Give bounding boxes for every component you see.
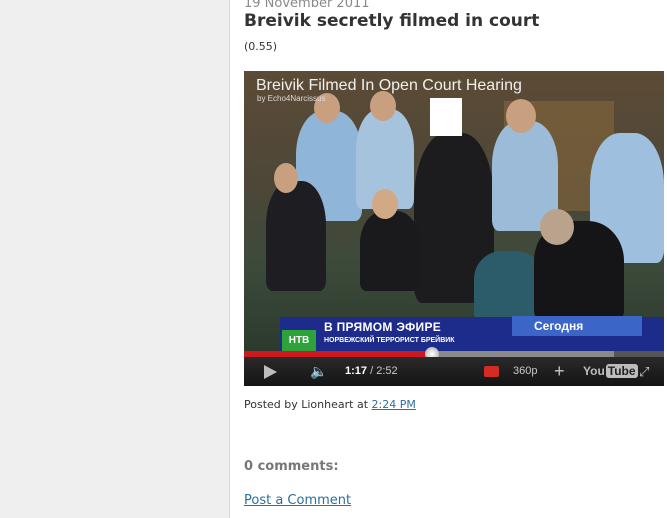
comments-heading: 0 comments: (244, 459, 339, 474)
post-title[interactable]: Breivik secretly filmed in court (244, 11, 539, 31)
scene-face (540, 209, 574, 245)
player-controls: 🔈 1:17 / 2:52 360p + You Tube ⤢ (244, 357, 664, 386)
youtube-logo-tube: Tube (605, 364, 638, 378)
channel-logo: НТВ (282, 330, 316, 351)
fullscreen-icon[interactable]: ⤢ (639, 357, 649, 386)
video-player[interactable]: Breivik Filmed In Open Court Hearing by … (244, 71, 664, 386)
scene-lawyer-left (266, 181, 326, 291)
quality-selector[interactable]: 360p (513, 357, 537, 386)
post-time-link[interactable]: 2:24 PM (372, 398, 416, 411)
scene-face (372, 189, 398, 219)
face-censor-box (430, 98, 462, 136)
plus-icon[interactable]: + (554, 357, 565, 386)
captions-icon[interactable] (484, 366, 499, 377)
banner-subtitle: НОРВЕЖСКИЙ ТЕРРОРИСТ БРЕЙВИК (324, 337, 455, 344)
post-footer: Posted by Lionheart at 2:24 PM (244, 398, 416, 411)
left-sidebar (0, 0, 230, 518)
video-uploader[interactable]: by Echo4Narcissus (257, 94, 325, 103)
scene-woman (360, 211, 420, 291)
scene-face (506, 99, 536, 133)
duration: / 2:52 (370, 365, 398, 377)
current-time: 1:17 (345, 365, 368, 377)
banner-today-label: Сегодня (512, 316, 642, 336)
youtube-logo[interactable]: You Tube (583, 357, 638, 386)
volume-icon[interactable]: 🔈 (310, 357, 327, 386)
post-comment-link[interactable]: Post a Comment (244, 493, 351, 508)
posted-by-text: Posted by Lionheart at (244, 398, 369, 411)
post-date: 19 November 2011 (244, 0, 370, 11)
scene-face (274, 163, 298, 193)
youtube-logo-you: You (583, 364, 605, 378)
time-display: 1:17 / 2:52 (345, 357, 398, 386)
scene-face (370, 91, 396, 121)
video-frame[interactable]: Breivik Filmed In Open Court Hearing by … (244, 71, 664, 351)
post-rating: (0.55) (244, 40, 278, 53)
banner-live-text: В ПРЯМОМ ЭФИРЕ (324, 320, 442, 334)
video-title[interactable]: Breivik Filmed In Open Court Hearing (256, 77, 522, 95)
play-icon[interactable] (264, 365, 277, 379)
